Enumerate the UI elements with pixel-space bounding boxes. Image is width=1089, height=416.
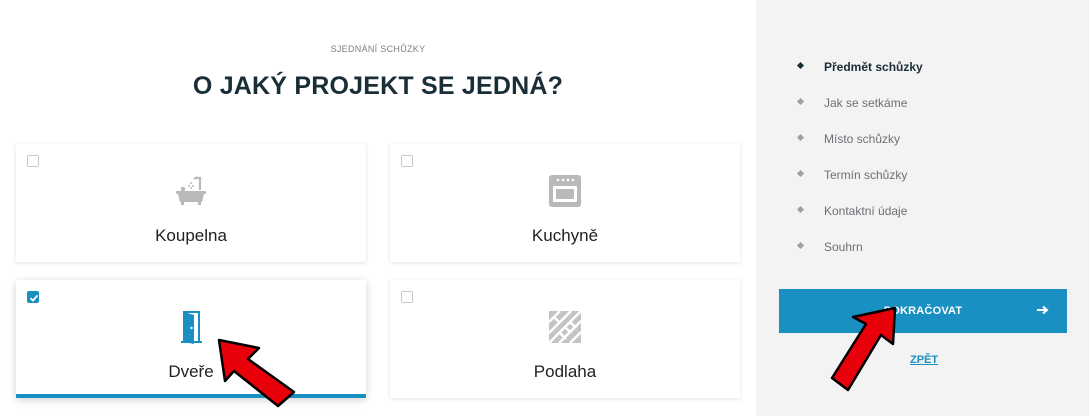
step-termin-schuzky: Termín schůzky: [796, 168, 923, 204]
page-title: O JAKÝ PROJEKT SE JEDNÁ?: [192, 72, 564, 100]
diamond-bullet-icon: [796, 97, 805, 106]
checkbox-checked[interactable]: [27, 291, 39, 303]
arrow-right-icon: [1037, 305, 1049, 315]
step-label: Jak se setkáme: [824, 96, 908, 110]
step-predmet-schuzky: Předmět schůzky: [796, 60, 923, 96]
annotation-arrow-icon: [830, 306, 897, 392]
diamond-bullet-icon: [796, 205, 805, 214]
step-label: Předmět schůzky: [824, 60, 923, 74]
eyebrow-label: SJEDNÁNÍ SCHŮZKY: [330, 44, 426, 54]
option-label: Podlaha: [533, 362, 597, 381]
steps-list: Předmět schůzky Jak se setkáme Místo sch…: [796, 60, 923, 276]
option-label: Koupelna: [155, 226, 227, 245]
annotation-arrow-icon: [217, 338, 296, 408]
door-icon: [181, 311, 202, 344]
continue-button[interactable]: POKRAČOVAT: [779, 289, 1067, 333]
step-kontaktni-udaje: Kontaktní údaje: [796, 204, 923, 240]
option-card-podlaha[interactable]: Podlaha: [390, 280, 740, 398]
back-link[interactable]: ZPĚT: [910, 354, 938, 366]
step-label: Kontaktní údaje: [824, 204, 908, 218]
checkbox[interactable]: [27, 155, 39, 167]
diamond-bullet-icon: [796, 133, 805, 142]
diamond-bullet-icon: [796, 241, 805, 250]
option-card-koupelna[interactable]: Koupelna: [16, 144, 366, 262]
diamond-bullet-icon: [796, 61, 805, 70]
floor-tiles-icon: [548, 310, 582, 344]
main-panel: SJEDNÁNÍ SCHŮZKY O JAKÝ PROJEKT SE JEDNÁ…: [0, 0, 756, 416]
checkbox[interactable]: [401, 291, 413, 303]
step-label: Souhrn: [824, 240, 863, 254]
diamond-bullet-icon: [796, 169, 805, 178]
option-label: Kuchyně: [531, 226, 599, 245]
checkmark-icon: [29, 294, 39, 302]
step-misto-schuzky: Místo schůzky: [796, 132, 923, 168]
option-card-kuchyne[interactable]: Kuchyně: [390, 144, 740, 262]
selected-indicator-bar: [16, 394, 366, 398]
bathtub-icon: [176, 176, 206, 205]
step-souhrn: Souhrn: [796, 240, 923, 276]
step-jak-se-setkame: Jak se setkáme: [796, 96, 923, 132]
step-label: Místo schůzky: [824, 132, 901, 146]
oven-icon: [549, 175, 581, 207]
option-card-dvere[interactable]: Dveře: [16, 280, 366, 398]
step-label: Termín schůzky: [824, 168, 908, 182]
option-label: Dveře: [168, 362, 214, 381]
checkbox[interactable]: [401, 155, 413, 167]
